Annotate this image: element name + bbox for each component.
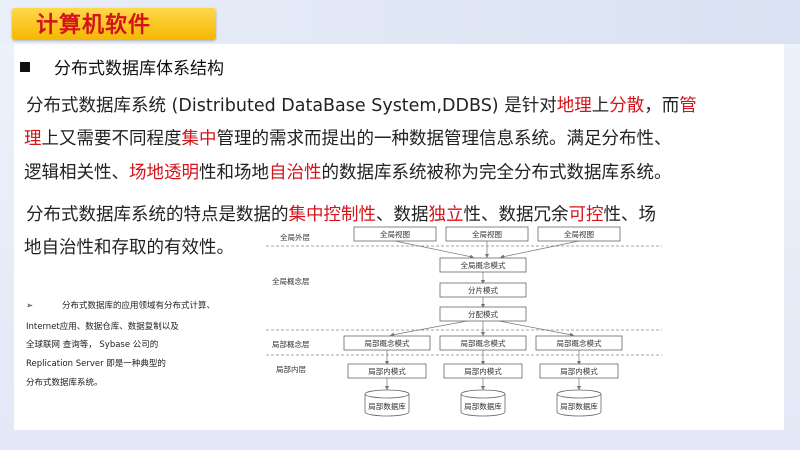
highlight-text: 自治性 [269, 163, 322, 183]
text-run: 的数据库系统被称为完全分布式数据库系统。 [321, 163, 672, 183]
text-run: 性和场地 [199, 163, 269, 183]
global-view-label: 全局视图 [380, 229, 410, 239]
local-concept-schema-label: 局部概念模式 [461, 338, 506, 348]
highlight-text: 地理 [556, 96, 592, 116]
text-run: 分布式数据库系统 (Distributed DataBase System,DD… [26, 96, 557, 116]
text-run: 分布式数据库系统的特点是数据的 [26, 205, 289, 225]
local-internal-schema-label: 局部内模式 [560, 366, 598, 376]
local-internal-schema-label: 局部内模式 [368, 366, 406, 376]
square-bullet-icon [20, 62, 30, 72]
paragraph1-line3: 逻辑相关性、场地透明性和场地自治性的数据库系统被称为完全分布式数据库系统。 [24, 159, 672, 184]
text-run: 上又需要不同程度 [41, 129, 182, 149]
subheading-text: 分布式数据库体系结构 [54, 59, 224, 79]
slide-title: 计算机软件 [36, 13, 152, 38]
text-run: 管理的需求而提出的一种数据管理信息系统。满足分布性、 [216, 129, 672, 149]
text-run: 地自治性和存取的有效性。 [24, 238, 234, 258]
local-database-label: 局部数据库 [368, 401, 406, 411]
text-run: 上 [591, 96, 610, 116]
ddbs-architecture-diagram: 全局外层 全局概念层 局部概念层 局部内层 全局视图 全局视图 全局视图 全局概… [262, 222, 664, 422]
paragraph1-line2: 理上又需要不同程度集中管理的需求而提出的一种数据管理信息系统。满足分布性、 [24, 125, 672, 150]
allocation-schema-label: 分配模式 [468, 309, 498, 319]
note-text-1: 分布式数据库的应用领域有分布式计算、 [62, 301, 216, 311]
highlight-text: 场地透明 [129, 163, 199, 183]
highlight-text: 集中 [181, 129, 217, 149]
subheading: 分布式数据库体系结构 [20, 54, 224, 79]
highlight-text: 理 [24, 129, 42, 149]
arrow-bullet-icon: ➢ [26, 301, 34, 311]
local-database-label: 局部数据库 [560, 401, 598, 411]
text-run: ，而 [644, 96, 680, 116]
paragraph2-line2: 地自治性和存取的有效性。 [24, 234, 234, 259]
local-database-label: 局部数据库 [464, 401, 502, 411]
local-concept-schema-label: 局部概念模式 [557, 338, 602, 348]
layer-label-local-internal: 局部内层 [276, 364, 306, 374]
global-view-label: 全局视图 [564, 229, 594, 239]
note-line-5: 分布式数据库系统。 [26, 378, 103, 388]
layer-label-global-external: 全局外层 [280, 232, 310, 242]
global-schema-label: 全局概念模式 [461, 260, 506, 270]
local-concept-schema-label: 局部概念模式 [365, 338, 410, 348]
highlight-text: 分散 [609, 96, 645, 116]
highlight-text: 管 [679, 96, 697, 116]
paragraph1-line1: 分布式数据库系统 (Distributed DataBase System,DD… [26, 92, 697, 117]
layer-label-global-concept: 全局概念层 [272, 276, 310, 286]
fragment-schema-label: 分片模式 [468, 285, 498, 295]
text-run: 逻辑相关性、 [24, 163, 129, 183]
note-line-1: ➢ 分布式数据库的应用领域有分布式计算、 [26, 299, 215, 311]
note-line-3: 全球联网 查询等， Sybase 公司的 [26, 340, 159, 350]
local-internal-schema-label: 局部内模式 [464, 366, 502, 376]
global-view-label: 全局视图 [472, 229, 502, 239]
note-line-4: Replication Server 即是一种典型的 [26, 359, 166, 369]
layer-label-local-concept: 局部概念层 [272, 339, 310, 349]
note-line-2: Internet应用、数据仓库、数据复制以及 [26, 322, 179, 332]
